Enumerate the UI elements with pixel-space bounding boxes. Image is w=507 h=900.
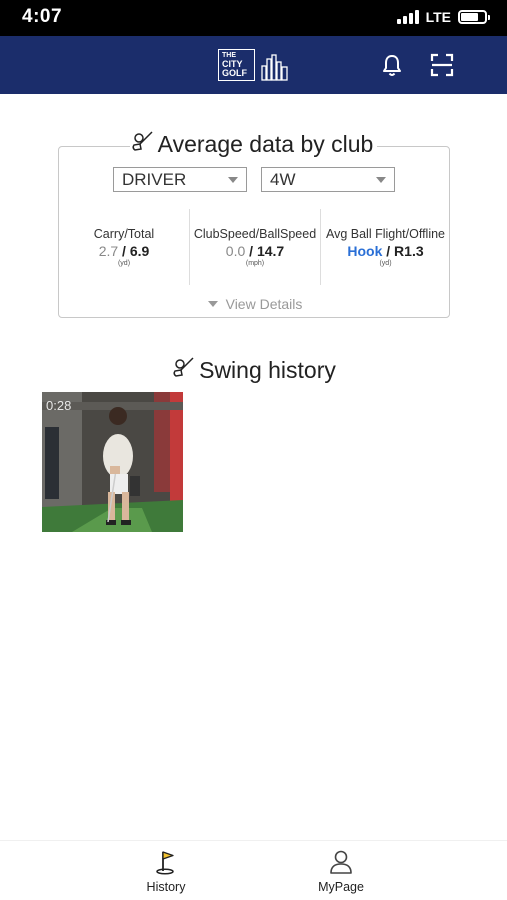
network-label: LTE [425,9,451,25]
stat-separator: / [382,243,395,259]
caret-down-icon [207,301,218,307]
stat-ball-flight-offline: Avg Ball Flight/Offline Hook / R1.3 (yd) [320,209,450,285]
flag-icon [156,851,174,875]
average-data-title-text: Average data by club [157,131,374,157]
club-select-2[interactable]: 4W [261,167,395,192]
stat-value-2: 6.9 [129,243,150,259]
golf-club-icon [132,131,153,151]
stat-separator: / [118,243,130,259]
average-data-title: Average data by club [0,130,507,158]
swing-history-title: Swing history [0,356,507,384]
stat-clubspeed-ballspeed: ClubSpeed/BallSpeed 0.0 / 14.7 (mph) [189,209,320,285]
status-time: 4:07 [22,6,63,27]
chevron-down-icon [228,177,238,183]
status-indicators: LTE [396,9,490,25]
city-skyline-icon [261,54,288,81]
stat-value-1: 0.0 [225,243,246,259]
average-data-card: DRIVER 4W Carry/Total 2.7 / 6.9 (yd) Clu… [58,146,450,318]
stat-value-2: R1.3 [394,243,424,259]
stat-carry-total: Carry/Total 2.7 / 6.9 (yd) [59,209,189,285]
logo-line-3: GOLF [222,68,247,78]
person-icon [330,850,352,874]
stat-value-1: 2.7 [98,243,119,259]
app-header: THE CITY GOLF [0,36,507,94]
stat-unit: (mph) [245,260,265,267]
chevron-down-icon [376,177,386,183]
nav-item-history[interactable]: History [116,849,216,894]
battery-icon [458,10,490,24]
bottom-navigation: History MyPage [0,840,507,900]
signal-icon [396,10,419,24]
club-select-1-value: DRIVER [122,170,187,189]
stat-value: 0.0 / 14.7 [190,243,320,259]
nav-item-mypage[interactable]: MyPage [291,849,391,894]
bell-icon[interactable] [381,54,403,78]
stat-label: Carry/Total [93,227,155,241]
stat-value-2: 14.7 [256,243,285,259]
club-select-2-value: 4W [270,170,296,189]
stat-unit: (yd) [379,260,392,267]
status-bar: 4:07 LTE [0,0,507,36]
stat-label: Avg Ball Flight/Offline [325,227,446,241]
swing-video-thumbnail[interactable]: 0:28 [42,392,183,532]
nav-label-history: History [146,880,186,894]
scan-icon[interactable] [430,53,454,77]
stat-unit: (yd) [117,260,131,267]
stat-label: ClubSpeed/BallSpeed [193,227,317,241]
view-details-label: View Details [225,296,303,312]
video-overlay-text: 0:28 [46,398,72,413]
view-details-button[interactable]: View Details [59,296,451,312]
swing-video-image [42,392,183,532]
logo-text-box: THE CITY GOLF [218,49,255,81]
stat-separator: / [245,243,257,259]
swing-history-title-text: Swing history [199,357,336,383]
club-select-1[interactable]: DRIVER [113,167,247,192]
golf-club-icon [173,357,194,377]
app-logo[interactable]: THE CITY GOLF [218,49,289,81]
nav-label-mypage: MyPage [318,880,364,894]
stat-value: Hook / R1.3 [321,243,450,259]
stat-value: 2.7 / 6.9 [59,243,189,259]
stat-value-1: Hook [347,243,383,259]
